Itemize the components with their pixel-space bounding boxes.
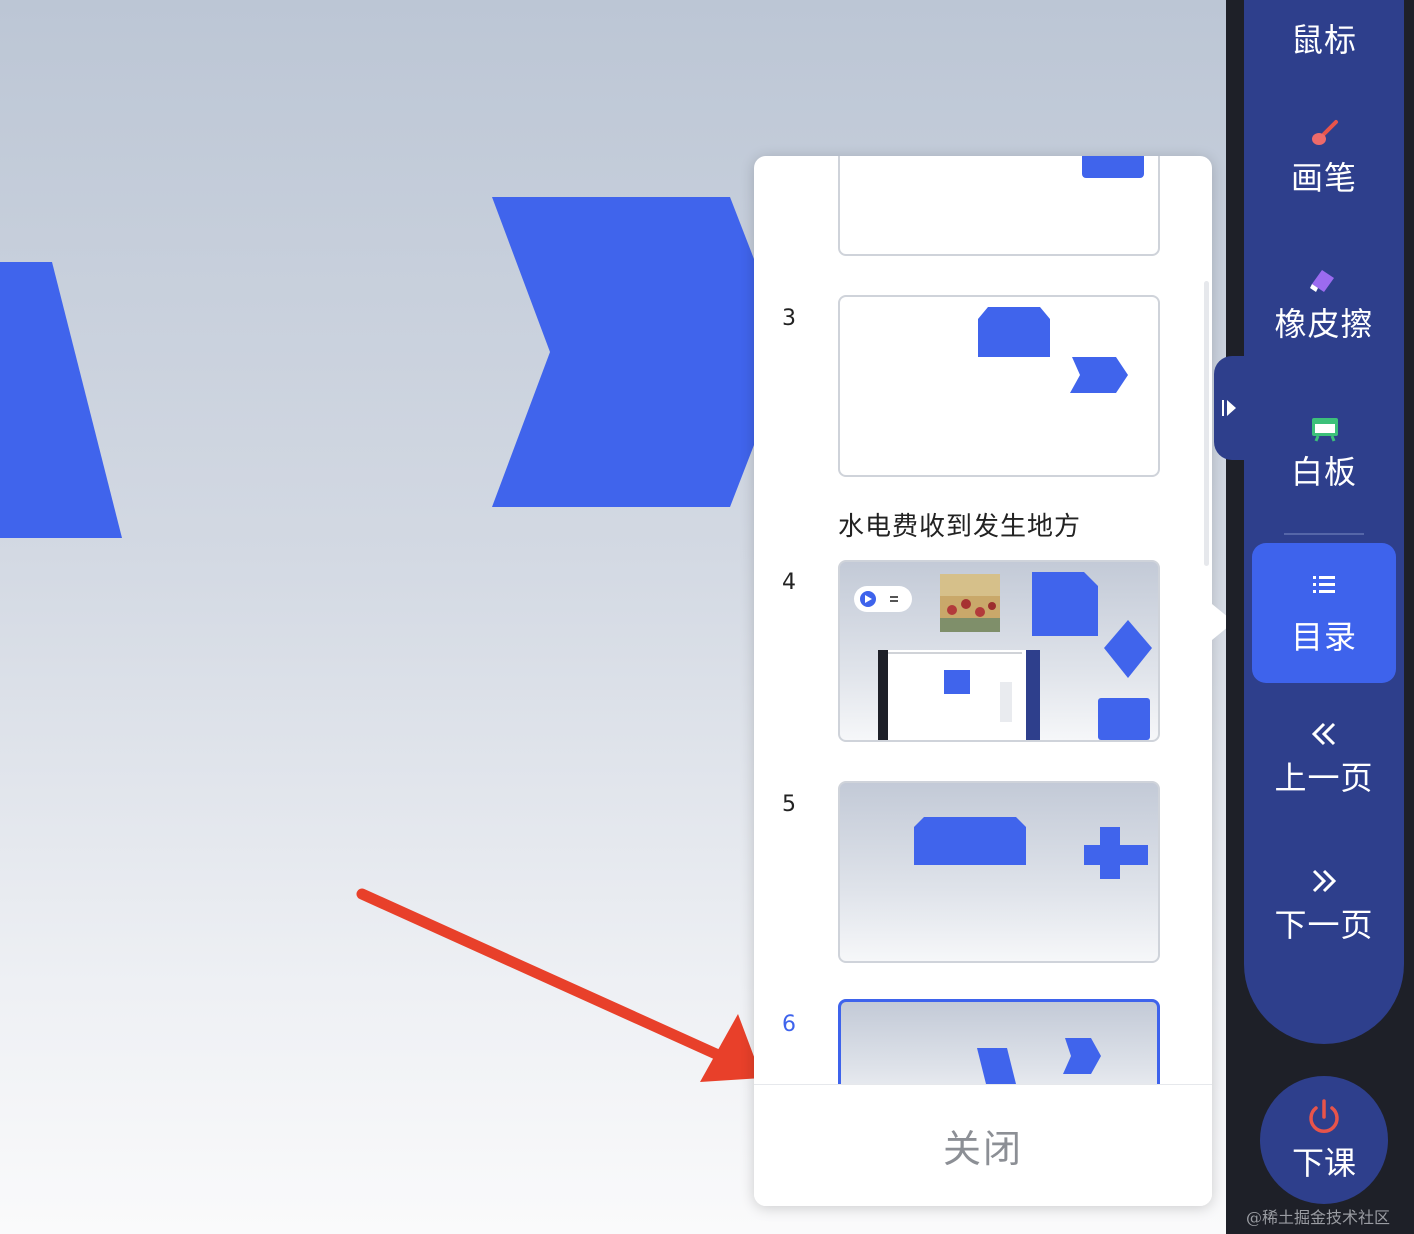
- annotation-arrow-line: [356, 888, 722, 1060]
- slide-thumbnail-2[interactable]: [838, 156, 1160, 256]
- catalog-list[interactable]: 3 水电费收到发生地方 4 5 6: [754, 156, 1212, 1084]
- whiteboard-icon: [1308, 404, 1340, 452]
- close-button[interactable]: 关闭: [943, 1118, 1023, 1173]
- slide-thumbnail-6[interactable]: [838, 999, 1160, 1084]
- slide-thumbnail-3[interactable]: [838, 295, 1160, 477]
- toolbar-divider: [1284, 533, 1364, 535]
- page-number: 5: [782, 792, 796, 817]
- double-chevron-left-icon: [1310, 710, 1338, 758]
- power-icon: [1304, 1097, 1344, 1141]
- chevron-shape: [492, 197, 790, 507]
- brush-icon: [1308, 110, 1340, 158]
- mouse-tool[interactable]: 鼠标: [1252, 20, 1396, 60]
- catalog-footer: 关闭: [754, 1084, 1212, 1206]
- prev-page-label: 上一页: [1274, 759, 1374, 797]
- collapse-toolbar-button[interactable]: [1214, 356, 1244, 460]
- parallelogram-shape: [0, 262, 122, 538]
- pen-tool-label: 画笔: [1290, 159, 1357, 197]
- whiteboard-tool[interactable]: 白板: [1252, 404, 1396, 492]
- collapse-arrow-icon: [1222, 400, 1236, 416]
- catalog-tool[interactable]: 目录: [1252, 543, 1396, 683]
- catalog-scrollbar[interactable]: [1204, 281, 1209, 566]
- page-number-active: 6: [782, 1012, 796, 1037]
- end-class-label: 下课: [1291, 1144, 1356, 1182]
- catalog-tool-label: 目录: [1290, 618, 1357, 656]
- page-number: 4: [782, 570, 796, 595]
- next-page-button[interactable]: 下一页: [1252, 857, 1396, 945]
- catalog-panel: 3 水电费收到发生地方 4 5 6 关闭: [754, 156, 1212, 1206]
- list-icon: [1310, 561, 1338, 609]
- pen-tool[interactable]: 画笔: [1252, 110, 1396, 198]
- slide-thumbnail-4[interactable]: [838, 560, 1160, 742]
- slide-thumbnail-5[interactable]: [838, 781, 1160, 963]
- end-class-button[interactable]: 下课: [1260, 1076, 1388, 1204]
- prev-page-button[interactable]: 上一页: [1252, 710, 1396, 798]
- eraser-icon: [1308, 256, 1340, 304]
- mouse-tool-label: 鼠标: [1290, 21, 1357, 59]
- eraser-tool[interactable]: 橡皮擦: [1252, 256, 1396, 344]
- eraser-tool-label: 橡皮擦: [1274, 305, 1374, 343]
- next-page-label: 下一页: [1274, 906, 1374, 944]
- slide-title: 水电费收到发生地方: [838, 512, 1082, 542]
- watermark: @稀土掘金技术社区: [1246, 1208, 1391, 1227]
- page-number: 3: [782, 306, 796, 331]
- whiteboard-tool-label: 白板: [1290, 453, 1357, 491]
- double-chevron-right-icon: [1310, 857, 1338, 905]
